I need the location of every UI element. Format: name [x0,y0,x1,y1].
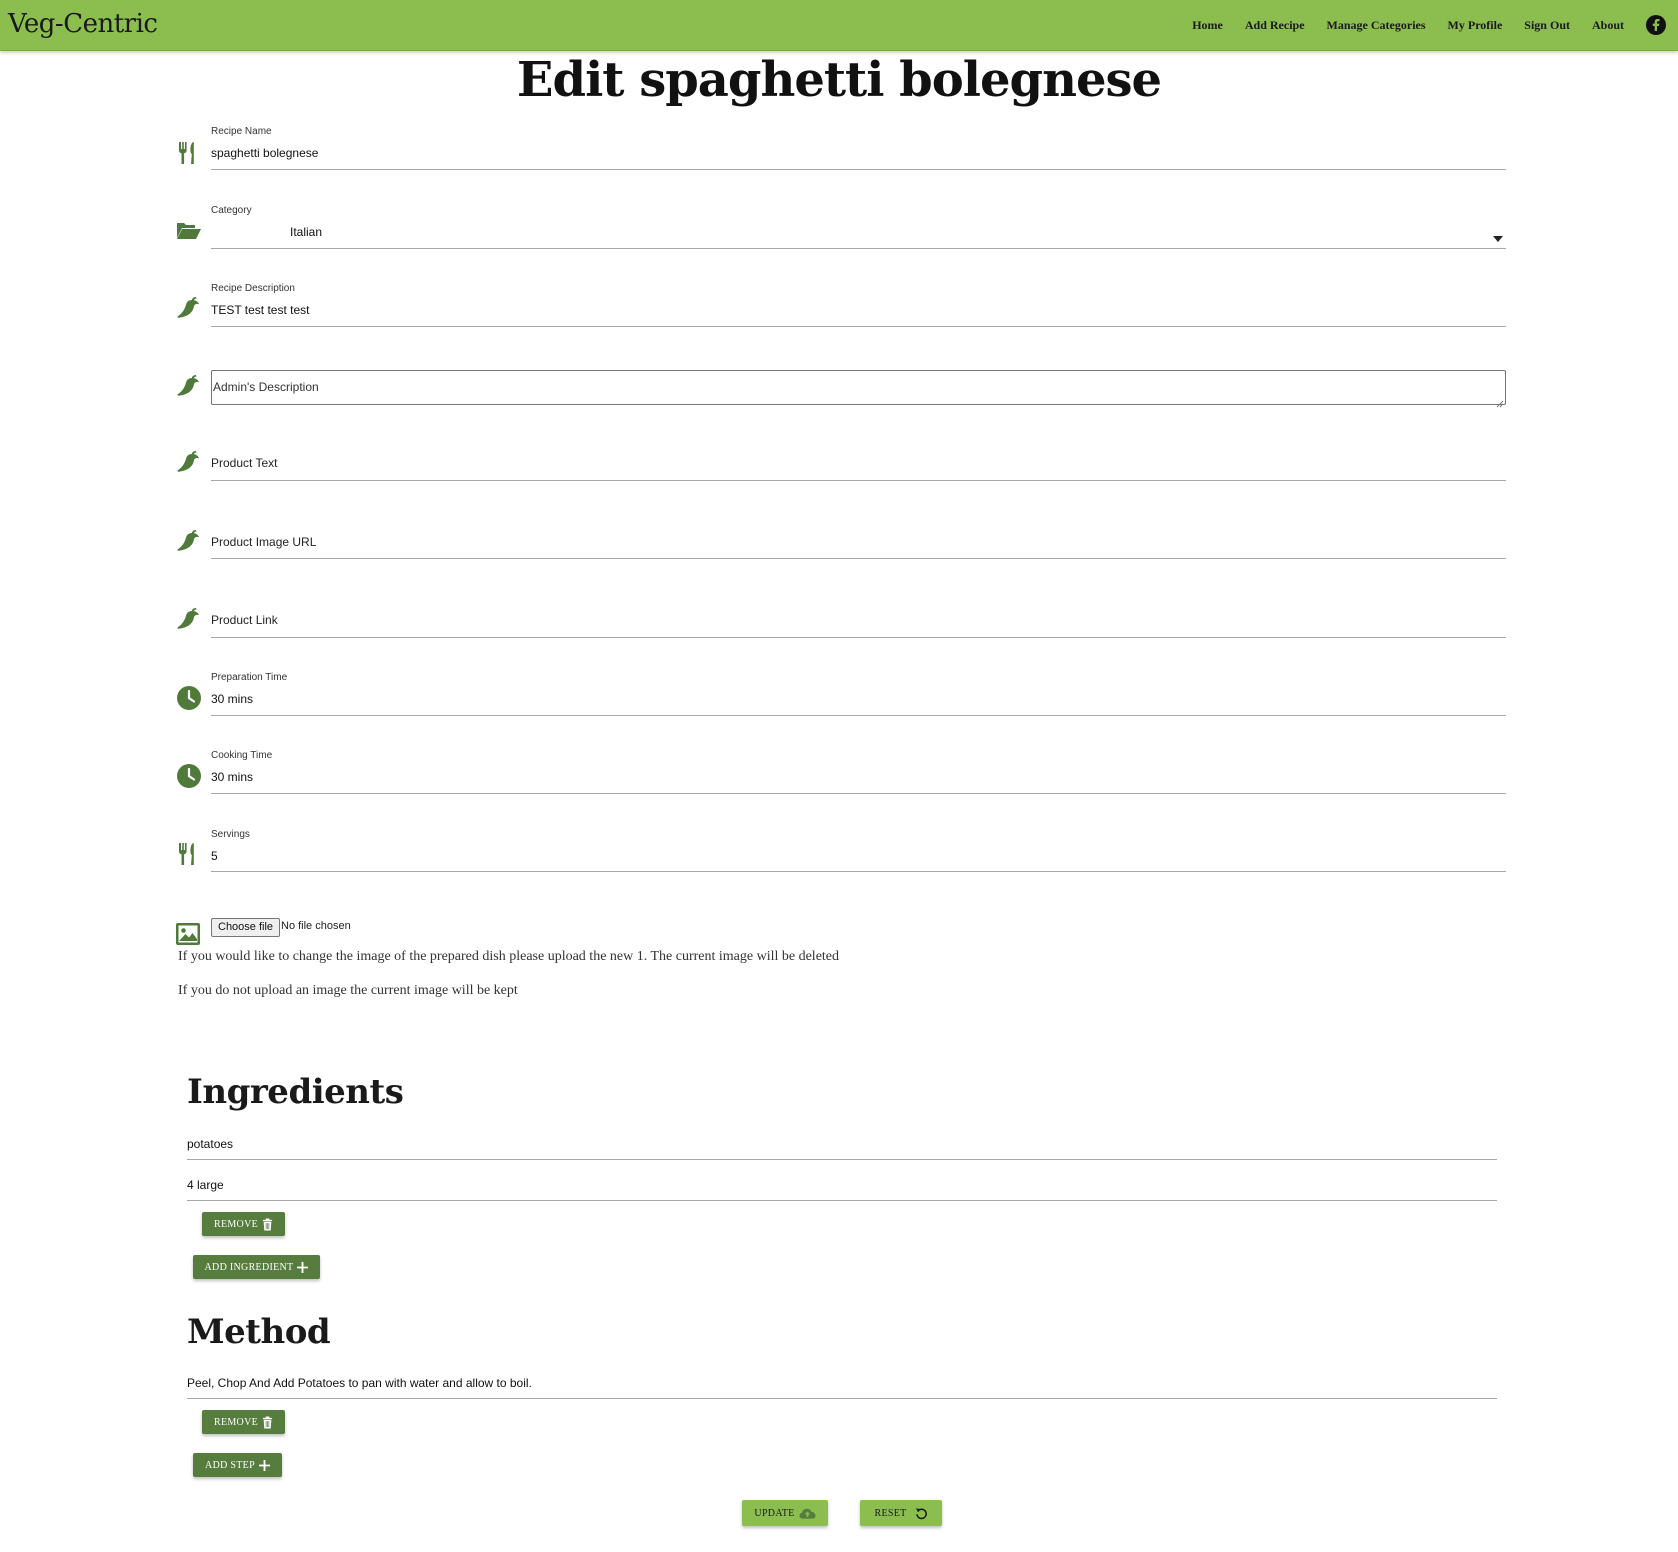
recipe-name-label: Recipe Name [211,126,272,137]
add-step-button[interactable]: ADD STEP [193,1453,282,1477]
recipe-name-input[interactable]: spaghetti bolegnese [211,146,318,160]
utensils-icon [176,140,202,166]
method-step-input[interactable]: Peel, Chop And Add Potatoes to pan with … [187,1376,532,1390]
nav-links: Home Add Recipe Manage Categories My Pro… [1170,0,1666,50]
category-underline [211,248,1506,249]
resize-grip-icon[interactable] [1496,395,1504,408]
folder-open-icon [176,218,202,244]
update-button[interactable]: UPDATE [742,1500,828,1526]
image-icon [176,923,200,945]
ingredient-name-underline [187,1159,1497,1160]
utensils-icon [176,841,202,867]
preparation-time-label: Preparation Time [211,672,288,683]
nav-link-my-profile[interactable]: My Profile [1448,18,1503,33]
method-step-underline [187,1398,1497,1399]
product-text-input[interactable]: Product Text [211,456,277,470]
page-title: Edit spaghetti bolegnese [516,52,1162,108]
trash-icon [262,1416,273,1428]
reset-label: RESET [874,1507,907,1519]
cooking-time-label: Cooking Time [211,750,273,761]
pepper-icon [176,296,202,322]
admin-description-textarea[interactable]: Admin's Description [211,370,1506,408]
pepper-icon [176,607,202,633]
ingredient-name-input[interactable]: potatoes [187,1137,233,1151]
add-ingredient-label: ADD INGREDIENT [204,1261,294,1273]
product-link-input[interactable]: Product Link [211,613,278,627]
ingredients-heading: Ingredients [187,1072,404,1112]
facebook-icon[interactable] [1646,15,1666,35]
cooking-time-underline [211,793,1506,794]
pepper-icon [176,374,202,400]
category-label: Category [211,205,252,216]
nav-link-sign-out[interactable]: Sign Out [1524,18,1570,33]
remove-step-label: REMOVE [213,1416,259,1428]
reset-button[interactable]: RESET [860,1500,942,1526]
admin-description-placeholder: Admin's Description [213,380,319,394]
plus-icon [297,1261,309,1273]
servings-label: Servings [211,829,250,840]
image-upload-note-1: If you would like to change the image of… [178,949,840,964]
cloud-upload-icon [799,1508,816,1519]
recipe-name-underline [211,169,1506,170]
cooking-time-input[interactable]: 30 mins [211,770,253,784]
clock-icon [176,685,202,711]
choose-file-button[interactable]: Choose file [211,918,281,937]
nav-link-add-recipe[interactable]: Add Recipe [1245,18,1305,33]
product-text-underline [211,480,1506,481]
nav-link-manage-categories[interactable]: Manage Categories [1327,18,1426,33]
undo-icon [915,1507,927,1519]
method-heading: Method [187,1312,331,1352]
servings-input[interactable]: 5 [211,849,218,863]
ingredient-quantity-input[interactable]: 4 large [187,1178,224,1192]
trash-icon [262,1218,273,1230]
remove-ingredient-label: REMOVE [213,1218,259,1230]
navbar: Veg-Centric Home Add Recipe Manage Categ… [0,0,1678,51]
remove-ingredient-button[interactable]: REMOVE [202,1212,285,1236]
product-link-underline [211,637,1506,638]
plus-icon [258,1459,270,1471]
category-select[interactable]: Italian [290,225,322,239]
image-upload-note-2: If you do not upload an image the curren… [178,983,518,998]
add-ingredient-button[interactable]: ADD INGREDIENT [193,1255,320,1279]
add-step-label: ADD STEP [205,1459,255,1471]
preparation-time-input[interactable]: 30 mins [211,692,253,706]
update-label: UPDATE [754,1507,795,1519]
nav-link-home[interactable]: Home [1192,18,1223,33]
recipe-description-label: Recipe Description [211,283,295,294]
pepper-icon [176,529,202,555]
recipe-description-input[interactable]: TEST test test test [211,303,309,317]
recipe-description-underline [211,326,1506,327]
product-image-url-underline [211,558,1506,559]
product-image-url-input[interactable]: Product Image URL [211,535,316,549]
brand-logo[interactable]: Veg-Centric [8,9,158,39]
ingredient-quantity-underline [187,1200,1497,1201]
file-status-text: No file chosen [281,920,351,932]
chevron-down-icon[interactable] [1493,229,1503,242]
nav-link-about[interactable]: About [1592,18,1624,33]
remove-step-button[interactable]: REMOVE [202,1410,285,1434]
preparation-time-underline [211,715,1506,716]
servings-underline [211,871,1506,872]
clock-icon [176,763,202,789]
pepper-icon [176,450,202,476]
